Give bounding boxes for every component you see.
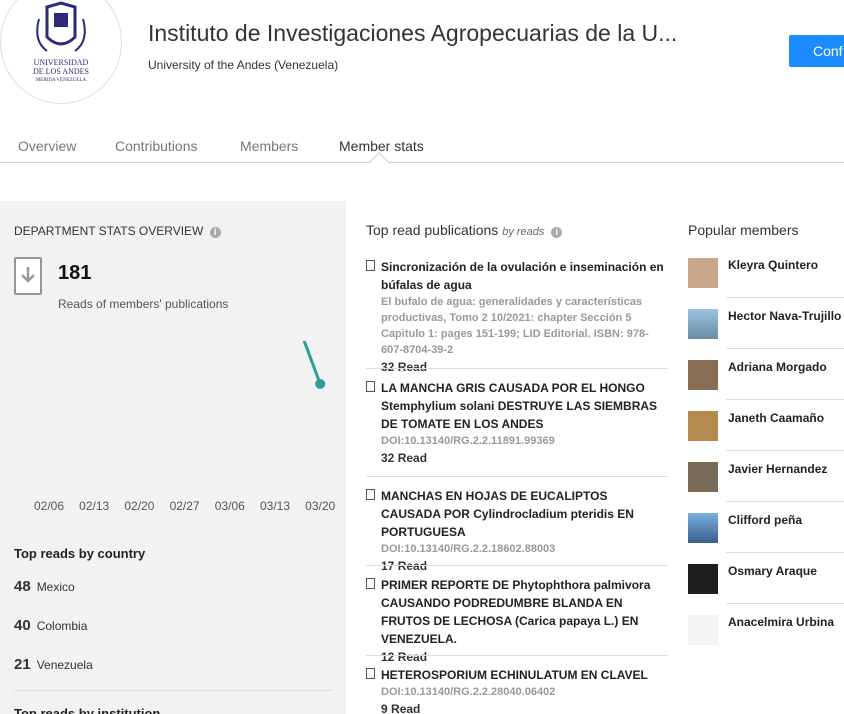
reads-line-chart: 10020002/0602/1302/2002/2703/0603/1303/2… — [14, 341, 336, 513]
institution-subtitle[interactable]: University of the Andes (Venezuela) — [148, 58, 338, 72]
svg-text:MERIDA VENEZUELA: MERIDA VENEZUELA — [36, 78, 87, 83]
x-tick-label: 02/13 — [79, 499, 109, 513]
member-name[interactable]: Javier Hernandez — [728, 462, 827, 476]
avatar[interactable] — [688, 462, 718, 492]
publication-title[interactable]: PRIMER REPORTE DE Phytophthora palmivora… — [381, 576, 669, 648]
reads-total: 181 — [58, 262, 92, 284]
publication-description: DOI:10.13140/RG.2.2.11891.99369 — [381, 435, 555, 447]
publication-reads: 12 Read — [381, 650, 428, 664]
institution-section-title: Top reads by institution — [14, 706, 161, 714]
member-name[interactable]: Anacelmira Urbina — [728, 615, 834, 629]
avatar[interactable] — [688, 615, 718, 645]
institution-title: Instituto de Investigaciones Agropecuari… — [148, 20, 678, 46]
divider — [366, 368, 668, 369]
confirm-button[interactable]: Conf — [789, 35, 844, 67]
stats-section-title: DEPARTMENT STATS OVERVIEW i — [14, 224, 221, 238]
member-name[interactable]: Kleyra Quintero — [728, 258, 818, 272]
avatar[interactable] — [688, 360, 718, 390]
department-stats-panel: DEPARTMENT STATS OVERVIEW i 181 Reads of… — [0, 201, 346, 714]
document-icon — [366, 381, 375, 392]
x-tick-label: 02/20 — [124, 499, 154, 513]
document-icon — [366, 578, 375, 589]
series-line — [302, 341, 322, 385]
reads-label: Reads of members' publications — [58, 297, 229, 311]
country-section-title: Top reads by country — [14, 546, 146, 561]
divider — [366, 655, 668, 656]
member-item[interactable]: Hector Nava-Trujillo — [688, 307, 844, 358]
publication-title[interactable]: LA MANCHA GRIS CAUSADA POR EL HONGO Stem… — [381, 379, 669, 433]
publication-title[interactable]: MANCHAS EN HOJAS DE EUCALIPTOS CAUSADA P… — [381, 487, 669, 541]
member-name[interactable]: Clifford peña — [728, 513, 802, 527]
avatar[interactable] — [688, 411, 718, 441]
member-item[interactable]: Adriana Morgado — [688, 358, 844, 409]
member-item[interactable]: Kleyra Quintero — [688, 256, 844, 307]
info-icon[interactable]: i — [551, 227, 563, 238]
member-name[interactable]: Hector Nava-Trujillo — [728, 309, 841, 323]
tab-overview[interactable]: Overview — [18, 138, 76, 154]
tab-contributions[interactable]: Contributions — [115, 138, 198, 154]
tab-bar: Overview Contributions Members Member st… — [0, 128, 844, 163]
popular-members-title: Popular members — [688, 222, 799, 238]
x-tick-label: 03/20 — [305, 499, 335, 513]
member-item[interactable]: Janeth Caamaño — [688, 409, 844, 460]
avatar[interactable] — [688, 564, 718, 594]
country-row: 40 Colombia — [14, 617, 88, 634]
member-item[interactable]: Javier Hernandez — [688, 460, 844, 511]
x-tick-label: 03/13 — [260, 499, 290, 513]
member-name[interactable]: Adriana Morgado — [728, 360, 827, 374]
divider — [726, 399, 844, 400]
divider — [366, 476, 668, 477]
publication-reads: 17 Read — [381, 559, 428, 573]
data-point — [315, 378, 326, 389]
member-name[interactable]: Janeth Caamaño — [728, 411, 824, 425]
member-item[interactable]: Clifford peña — [688, 511, 844, 562]
svg-text:UNIVERSIDAD: UNIVERSIDAD — [34, 58, 89, 67]
country-row: 48 Mexico — [14, 578, 75, 595]
publication-description: DOI:10.13140/RG.2.2.18602.88003 — [381, 543, 556, 555]
x-tick-label: 02/06 — [34, 499, 64, 513]
member-item[interactable]: Anacelmira Urbina — [688, 613, 844, 664]
svg-text:DE LOS ANDES: DE LOS ANDES — [33, 67, 89, 76]
x-tick-label: 03/06 — [215, 499, 245, 513]
publication-description: El bufalo de agua: generalidades y carac… — [381, 296, 649, 356]
avatar[interactable] — [688, 258, 718, 288]
publication-reads: 32 Read — [381, 451, 428, 465]
tab-members[interactable]: Members — [240, 138, 298, 154]
divider — [726, 603, 844, 604]
avatar[interactable] — [688, 309, 718, 339]
divider — [14, 690, 332, 691]
divider — [726, 552, 844, 553]
member-name[interactable]: Osmary Araque — [728, 564, 817, 578]
publication-title[interactable]: HETEROSPORIUM ECHINULATUM EN CLAVEL — [381, 666, 669, 684]
download-icon — [14, 257, 42, 295]
divider — [726, 297, 844, 298]
tab-member-stats[interactable]: Member stats — [339, 138, 424, 154]
divider — [726, 501, 844, 502]
university-logo[interactable]: UNIVERSIDAD DE LOS ANDES MERIDA VENEZUEL… — [0, 0, 122, 104]
avatar[interactable] — [688, 513, 718, 543]
publication-description: DOI:10.13140/RG.2.2.28040.06402 — [381, 686, 556, 698]
divider — [366, 565, 668, 566]
publication-reads: 32 Read — [381, 360, 428, 374]
publication-reads: 9 Read — [381, 702, 421, 714]
publication-title[interactable]: Sincronización de la ovulación e insemin… — [381, 258, 669, 294]
divider — [726, 450, 844, 451]
y-tick-label: 100 — [14, 341, 34, 343]
x-tick-label: 02/27 — [170, 499, 200, 513]
info-icon[interactable]: i — [209, 227, 221, 238]
member-item[interactable]: Osmary Araque — [688, 562, 844, 613]
document-icon — [366, 668, 375, 679]
document-icon — [366, 260, 375, 271]
country-row: 21 Venezuela — [14, 656, 93, 673]
divider — [726, 348, 844, 349]
document-icon — [366, 489, 375, 500]
publications-section-title: Top read publications by reads i — [366, 222, 563, 238]
